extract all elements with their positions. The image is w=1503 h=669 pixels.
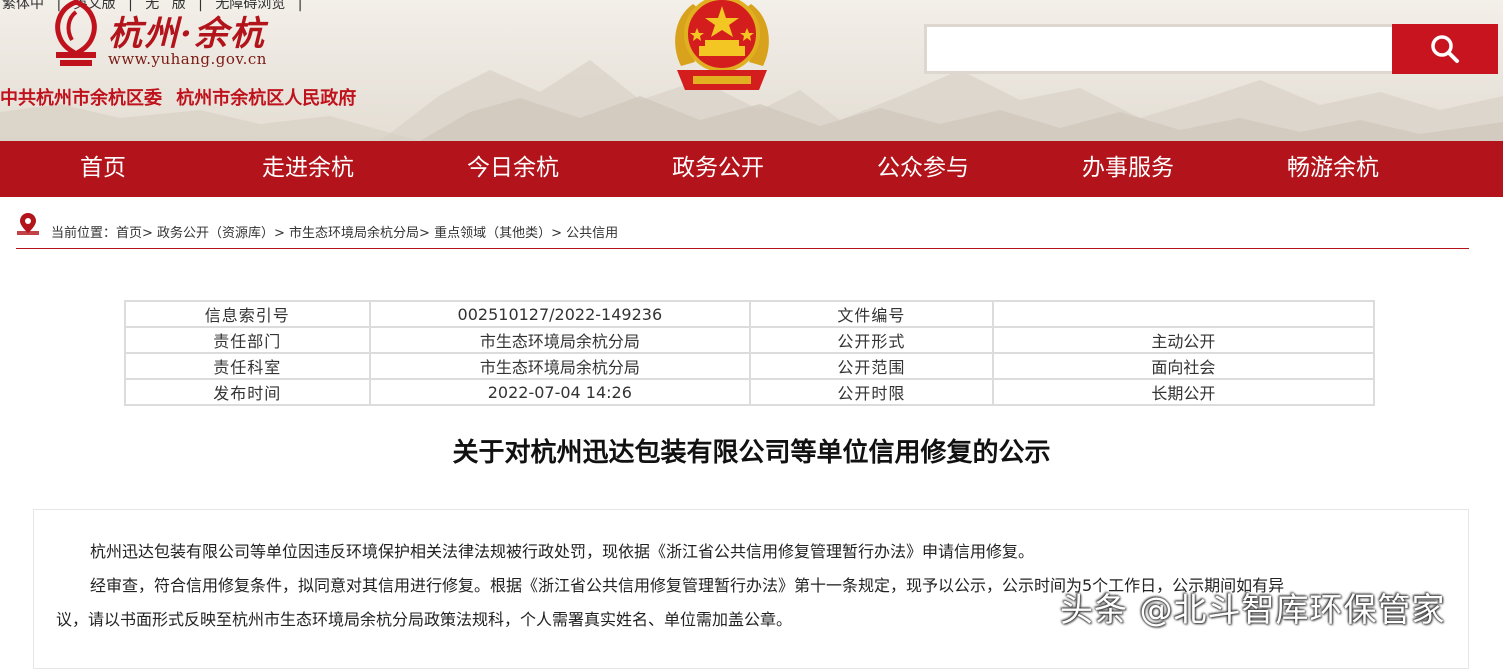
meta-label-department: 责任部门 bbox=[124, 326, 371, 354]
meta-value-disclosure-form: 主动公开 bbox=[991, 326, 1376, 354]
table-row: 发布时间 2022-07-04 14:26 公开时限 长期公开 bbox=[124, 378, 1376, 406]
search-input[interactable] bbox=[924, 24, 1392, 74]
breadcrumb-divider bbox=[16, 248, 1469, 249]
meta-label-disclosure-scope: 公开范围 bbox=[749, 352, 994, 380]
search-field[interactable] bbox=[927, 27, 1392, 71]
meta-value-disclosure-period: 长期公开 bbox=[991, 378, 1376, 406]
table-row: 责任科室 市生态环境局余杭分局 公开范围 面向社会 bbox=[124, 352, 1376, 380]
nav-item-today-yuhang[interactable]: 今日余杭 bbox=[423, 141, 603, 197]
site-logo-title[interactable]: 杭州·余杭 bbox=[108, 6, 266, 55]
main-navigation: 首页 走进余杭 今日余杭 政务公开 公众参与 办事服务 畅游余杭 bbox=[0, 141, 1503, 197]
link-traditional-chinese[interactable]: 繁体中 bbox=[2, 0, 44, 12]
site-url: www.yuhang.gov.cn bbox=[108, 50, 267, 68]
organization-names: 中共杭州市余杭区委 杭州市余杭区人民政府 bbox=[0, 84, 364, 110]
meta-label-disclosure-form: 公开形式 bbox=[749, 326, 994, 354]
document-metadata-table: 信息索引号 002510127/2022-149236 文件编号 责任部门 市生… bbox=[124, 300, 1376, 406]
table-row: 责任部门 市生态环境局余杭分局 公开形式 主动公开 bbox=[124, 326, 1376, 354]
yuhang-logo-icon[interactable] bbox=[46, 0, 106, 70]
article-paragraph: 杭州迅达包装有限公司等单位因违反环境保护相关法律法规被行政处罚，现依据《浙江省公… bbox=[90, 542, 1035, 561]
national-emblem-icon bbox=[675, 0, 769, 90]
meta-label-publish-time: 发布时间 bbox=[124, 378, 371, 406]
meta-value-disclosure-scope: 面向社会 bbox=[991, 352, 1376, 380]
nav-item-public-participation[interactable]: 公众参与 bbox=[833, 141, 1013, 197]
location-pin-icon bbox=[17, 213, 39, 235]
meta-value-index-number: 002510127/2022-149236 bbox=[368, 300, 752, 328]
meta-label-index-number: 信息索引号 bbox=[124, 300, 371, 328]
toutiao-watermark: 头条 @北斗智库环保管家 bbox=[1060, 590, 1446, 629]
nav-item-services[interactable]: 办事服务 bbox=[1038, 141, 1218, 197]
meta-value-publish-time: 2022-07-04 14:26 bbox=[368, 378, 752, 406]
org-district-committee: 中共杭州市余杭区委 bbox=[0, 88, 162, 109]
search-icon bbox=[1431, 35, 1459, 63]
meta-value-department: 市生态环境局余杭分局 bbox=[368, 326, 752, 354]
nav-item-about-yuhang[interactable]: 走进余杭 bbox=[218, 141, 398, 197]
org-district-government: 杭州市余杭区人民政府 bbox=[176, 88, 357, 109]
meta-value-document-number bbox=[991, 300, 1376, 328]
nav-item-tourism[interactable]: 畅游余杭 bbox=[1243, 141, 1423, 197]
meta-label-disclosure-period: 公开时限 bbox=[749, 378, 994, 406]
separator: | bbox=[297, 0, 303, 12]
article-paragraph: 议，请以书面形式反映至杭州市生态环境局余杭分局政策法规科，个人需署真实姓名、单位… bbox=[56, 610, 793, 629]
table-row: 信息索引号 002510127/2022-149236 文件编号 bbox=[124, 300, 1376, 328]
breadcrumb[interactable]: 当前位置：首页> 政务公开（资源库）> 市生态环境局余杭分局> 重点领域（其他类… bbox=[51, 222, 618, 241]
meta-value-section: 市生态环境局余杭分局 bbox=[368, 352, 752, 380]
site-header: 繁体中 | 英文版 | 无 版 | 无障碍浏览 | 杭州·余杭 www.yuha… bbox=[0, 0, 1503, 141]
nav-item-home[interactable]: 首页 bbox=[13, 141, 193, 197]
article-title: 关于对杭州迅达包装有限公司等单位信用修复的公示 bbox=[452, 438, 1051, 468]
search-button[interactable] bbox=[1392, 24, 1498, 74]
meta-label-section: 责任科室 bbox=[124, 352, 371, 380]
meta-label-document-number: 文件编号 bbox=[749, 300, 994, 328]
nav-item-government-affairs[interactable]: 政务公开 bbox=[628, 141, 808, 197]
